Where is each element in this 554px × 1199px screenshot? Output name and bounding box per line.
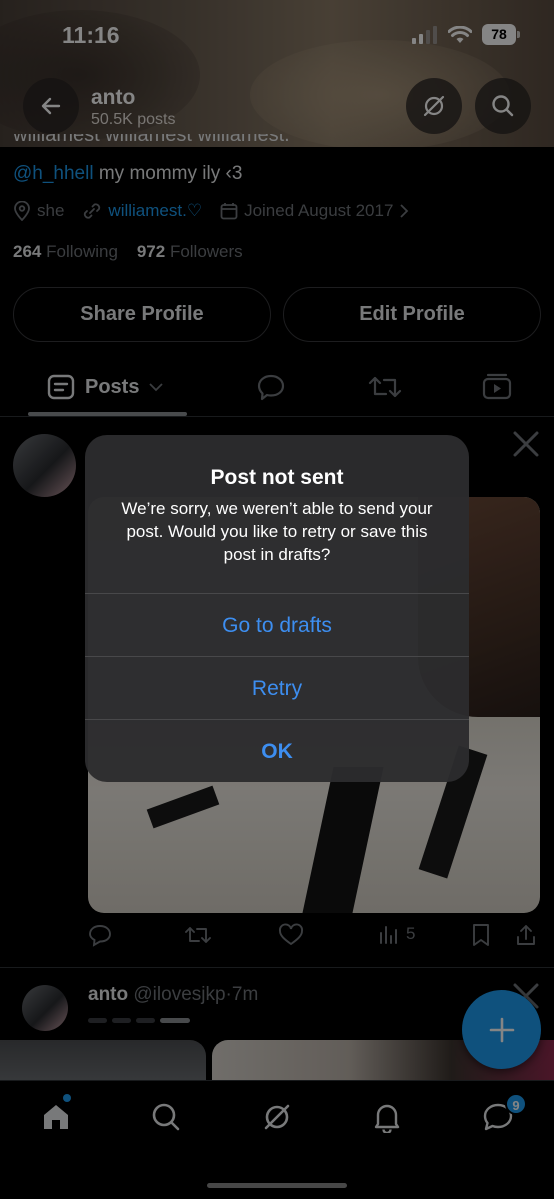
retry-button[interactable]: Retry [85, 656, 469, 719]
alert-message: We’re sorry, we weren’t able to send you… [121, 499, 433, 564]
alert-title: Post not sent [210, 466, 344, 489]
go-to-drafts-button[interactable]: Go to drafts [85, 593, 469, 656]
ok-button[interactable]: OK [85, 719, 469, 782]
post-not-sent-alert: Post not sent We’re sorry, we weren’t ab… [85, 435, 469, 782]
